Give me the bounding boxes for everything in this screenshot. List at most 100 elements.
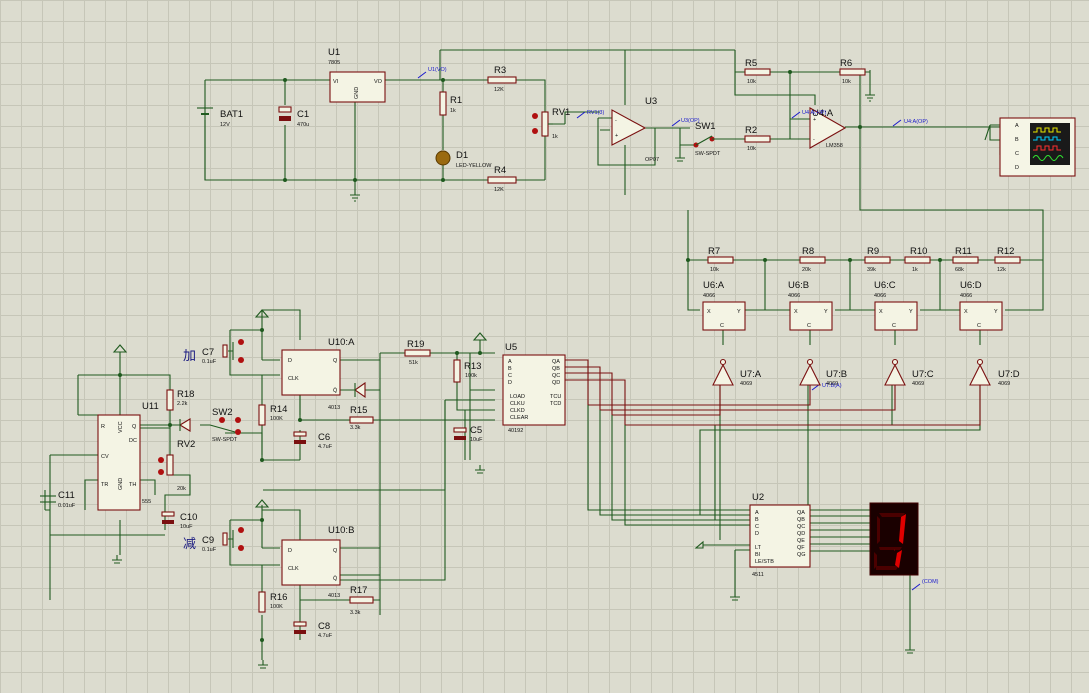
- svg-text:Q: Q: [333, 548, 338, 554]
- svg-text:C: C: [977, 323, 981, 329]
- u7a-ref: U7:A: [740, 369, 762, 380]
- r17-val: 3.3k: [350, 610, 361, 616]
- d1-ref: D1: [456, 150, 468, 161]
- u10a-val: 4013: [328, 405, 340, 411]
- u5-label-clear: CLEAR: [510, 415, 528, 421]
- u7a-val: 4069: [740, 381, 752, 387]
- led-d1: D1 LED-YELLOW: [435, 150, 492, 169]
- u3-ref: U3: [645, 96, 657, 107]
- u6c-val: 4066: [874, 293, 886, 299]
- r11-ref: R11: [955, 246, 972, 257]
- u5-label-clkd: CLKD: [510, 408, 525, 414]
- u5-pin-qc: QC: [552, 373, 560, 379]
- resistor-r16: R16 100K: [258, 591, 287, 613]
- r8-ref: R8: [802, 246, 814, 257]
- timer-u11: U11 555 R DC CV Q TR TH VCC GND: [97, 401, 159, 511]
- resistor-r17: R17 3.3k: [349, 585, 374, 616]
- resistor-r15: R15 3.3k: [349, 405, 374, 431]
- r16-ref: R16: [270, 592, 287, 603]
- counter-u5: U5 40192 A B C D LOAD CLKU CLKD CLEAR QA…: [502, 342, 566, 434]
- r3-val: 12K: [494, 87, 504, 93]
- svg-text:Y: Y: [737, 309, 741, 315]
- decoder-u2: U2 4511 A B C D LT BI LE/STB QA QB QC QD…: [749, 492, 811, 578]
- resistor-r13: R13 100k: [453, 359, 481, 383]
- c9-ref: C9: [202, 535, 214, 546]
- r12-val: 12k: [997, 267, 1006, 273]
- r9-ref: R9: [867, 246, 879, 257]
- r1-ref: R1: [450, 95, 462, 106]
- u2-pin-b: B: [755, 517, 759, 523]
- u5-label-clku: CLKU: [510, 401, 525, 407]
- capacitor-c5: C5 10uF: [453, 425, 483, 443]
- resistor-r5: R5 10k: [744, 58, 771, 85]
- regulator-u1: U1 7805 VI VO GND: [328, 47, 386, 103]
- u2-pin-qg: QG: [797, 552, 806, 558]
- svg-text:X: X: [794, 309, 798, 315]
- r1-val: 1k: [450, 108, 456, 114]
- rv1-val: 1k: [552, 134, 558, 140]
- u5-pin-qd: QD: [552, 380, 560, 386]
- u2-pin-a: A: [755, 510, 759, 516]
- u11-ref: U11: [142, 401, 159, 412]
- r7-val: 10k: [710, 267, 719, 273]
- r19-ref: R19: [407, 339, 424, 350]
- resistor-r4: R4 12K: [487, 165, 517, 193]
- resistor-r1: R1 1k: [439, 91, 462, 116]
- c6-val: 4.7uF: [318, 444, 333, 450]
- c7-val: 0.1uF: [202, 359, 217, 365]
- u5-val: 40192: [508, 428, 523, 434]
- svg-text:Q: Q: [333, 358, 338, 364]
- rv2-ref: RV2: [177, 439, 195, 450]
- u11-pin-tr: TR: [101, 482, 108, 488]
- switches-4066: X Y C U6:A 4066 X Y C U6:B 4066 X Y C U6:C 406…: [702, 280, 1003, 331]
- rv1-ref: RV1: [552, 107, 570, 118]
- u2-pin-le: LE/STB: [755, 559, 774, 565]
- r3-ref: R3: [494, 65, 506, 76]
- svg-text:C: C: [720, 323, 724, 329]
- r13-val: 100k: [465, 373, 477, 379]
- u5-pin-qb: QB: [552, 366, 560, 372]
- svg-text:Y: Y: [994, 309, 998, 315]
- r12-ref: R12: [997, 246, 1014, 257]
- scope-ch-b: B: [1015, 137, 1019, 143]
- c6-ref: C6: [318, 432, 330, 443]
- u5-pin-tcd: TCD: [550, 401, 561, 407]
- u2-pin-qa: QA: [797, 510, 805, 516]
- r11-val: 68k: [955, 267, 964, 273]
- u2-pin-qc: QC: [797, 524, 805, 530]
- c5-ref: C5: [470, 425, 482, 436]
- u7d-ref: U7:D: [998, 369, 1020, 380]
- sw2-val: SW-SPDT: [212, 437, 238, 443]
- c9-val: 0.1uF: [202, 547, 217, 553]
- r5-val: 10k: [747, 79, 756, 85]
- diode-rv2: [178, 418, 191, 432]
- u6b-val: 4066: [788, 293, 800, 299]
- probe-u4op: U4:A(OP): [904, 119, 928, 125]
- c8-ref: C8: [318, 621, 330, 632]
- u10b-val: 4013: [328, 593, 340, 599]
- u5-ref: U5: [505, 342, 517, 353]
- u5-pin-d: D: [508, 380, 512, 386]
- switch-sw2[interactable]: SW2 SW-SPDT: [209, 407, 241, 443]
- u7c-val: 4069: [912, 381, 924, 387]
- c8-val: 4.7uF: [318, 633, 333, 639]
- r19-val: 51k: [409, 360, 418, 366]
- svg-text:Q̄: Q̄: [333, 387, 338, 394]
- u4a-val: LM358: [826, 143, 843, 149]
- d1-val: LED-YELLOW: [456, 163, 492, 169]
- resistor-r18: R18 2.2k: [166, 389, 194, 411]
- u7c-ref: U7:C: [912, 369, 934, 380]
- label-sub: 减: [183, 537, 196, 552]
- u1-pin-vo: VO: [374, 79, 383, 85]
- svg-text:Q̄: Q̄: [333, 575, 338, 582]
- u1-pin-vi: VI: [333, 79, 339, 85]
- svg-text:-: -: [813, 137, 815, 143]
- switch-sw1[interactable]: SW1 SW-SPDT: [675, 121, 721, 162]
- capacitor-c1: C1 470u: [278, 106, 309, 128]
- schematic-canvas: BAT1 12V C1 470u U1 7805 VI VO GND R1 1k…: [40, 47, 1076, 669]
- u11-pin-vcc: VCC: [118, 421, 124, 433]
- u6b-ref: U6:B: [788, 280, 809, 291]
- svg-text:X: X: [707, 309, 711, 315]
- r10-val: 1k: [912, 267, 918, 273]
- r14-val: 100K: [270, 416, 283, 422]
